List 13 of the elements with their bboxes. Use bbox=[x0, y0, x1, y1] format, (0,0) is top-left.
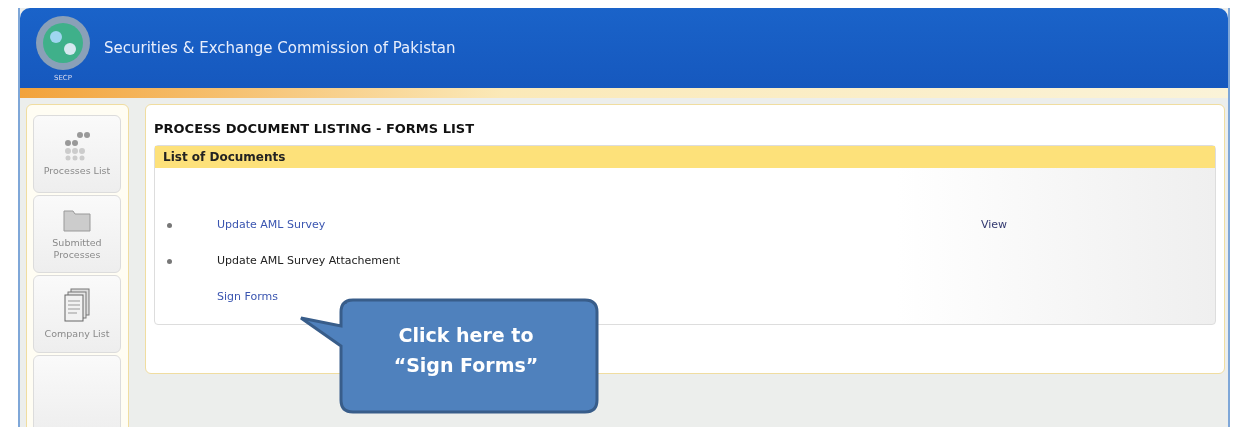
documents-icon bbox=[63, 287, 91, 324]
view-link[interactable]: View bbox=[980, 217, 1007, 234]
document-link[interactable]: Sign Forms bbox=[217, 289, 278, 306]
page-title: PROCESS DOCUMENT LISTING - FORMS LIST bbox=[154, 120, 475, 138]
callout-text: Click here to “Sign Forms” bbox=[392, 323, 540, 379]
bullet-icon bbox=[167, 258, 172, 264]
dots-icon bbox=[62, 130, 92, 161]
sidebar-button[interactable] bbox=[33, 355, 121, 427]
bullet-icon bbox=[167, 222, 172, 228]
section-header: List of Documents bbox=[155, 145, 1215, 168]
document-link[interactable]: Update AML Survey bbox=[217, 217, 326, 234]
document-name: Update AML Survey Attachement bbox=[217, 253, 400, 270]
header-title: Securities & Exchange Commission of Pakistan bbox=[104, 37, 456, 59]
